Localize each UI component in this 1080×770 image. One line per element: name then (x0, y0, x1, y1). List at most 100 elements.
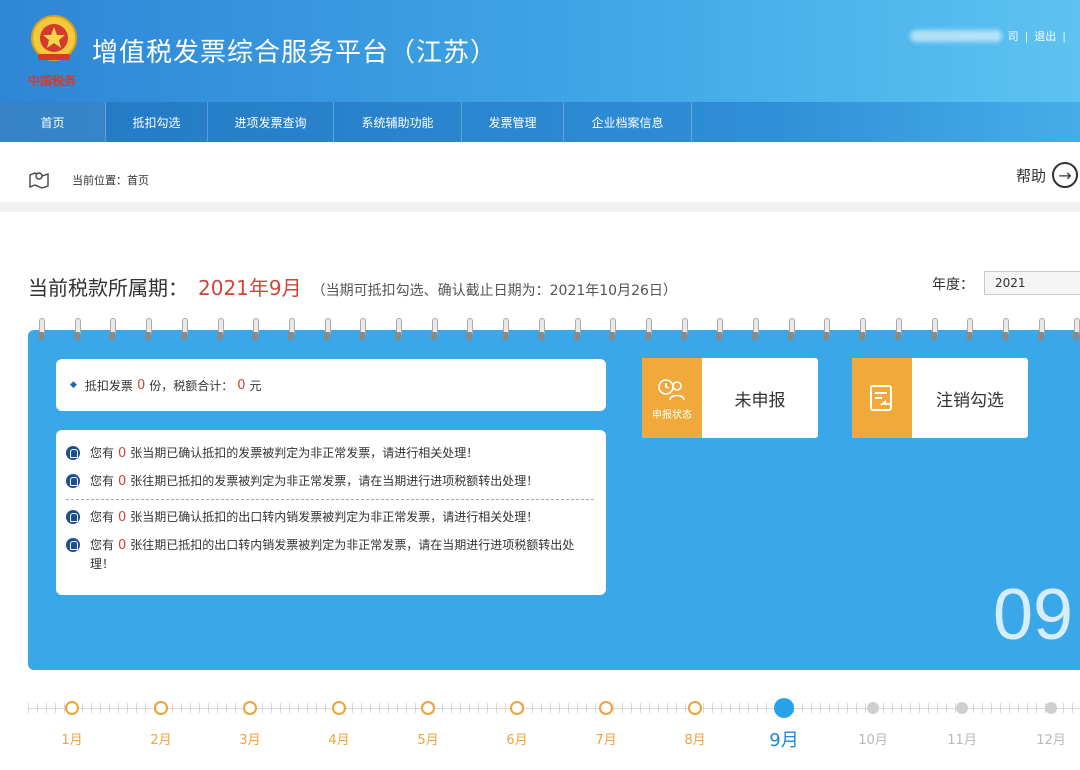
month-label: 3月 (239, 733, 261, 748)
bell-icon (66, 510, 80, 524)
calendar-ring (143, 318, 153, 342)
calendar-ring (72, 318, 82, 342)
period-label: 当前税款所属期： (28, 276, 188, 300)
tile-icon-block (852, 358, 912, 438)
bell-icon (66, 538, 80, 552)
month-dot (688, 701, 702, 715)
alert-pre: 您有 (90, 446, 115, 460)
month-dot (774, 698, 794, 718)
month-dot (510, 701, 524, 715)
current-month-large: 09 (993, 575, 1074, 655)
emblem-text: 中国税务 (28, 74, 77, 88)
company-name-redacted (909, 30, 1002, 42)
alert-count: 0 (118, 538, 127, 553)
alert-pre: 您有 (90, 474, 115, 488)
month-dot (332, 701, 346, 715)
calendar-ring (1000, 318, 1010, 342)
month-dot (65, 701, 79, 715)
summary-mid: 份，税额合计： (149, 378, 234, 393)
deduction-summary-card: ◆ 抵扣发票 0 份，税额合计： 0 元 (56, 359, 606, 411)
calendar-ring (286, 318, 296, 342)
month-label: 2月 (150, 733, 172, 748)
calendar-ring (322, 318, 332, 342)
month-label: 8月 (684, 733, 706, 748)
user-area: 司 | 退出 | (909, 28, 1066, 44)
calendar-ring (393, 318, 403, 342)
summary-amount: 0 (237, 377, 246, 393)
calendar-ring (893, 318, 903, 342)
declaration-status-text: 未申报 (734, 390, 786, 411)
nav-item-input-invoice-query[interactable]: 进项发票查询 (208, 102, 334, 142)
calendar-rings (36, 318, 1080, 344)
help-button[interactable]: 帮助 → (1016, 162, 1078, 188)
calendar-ring (215, 318, 225, 342)
nav-item-home[interactable]: 首页 (0, 102, 106, 142)
alert-count: 0 (118, 474, 127, 489)
bell-icon (66, 474, 80, 488)
period-value: 2021年9月 (198, 276, 302, 300)
month-label: 7月 (595, 733, 617, 748)
abnormal-invoice-alerts-card: 您有 0 张当期已确认抵扣的发票被判定为非正常发票，请进行相关处理！ 您有 0 张往期已… (56, 430, 606, 595)
month-label: 1月 (61, 733, 83, 748)
calendar-ring (536, 318, 546, 342)
tile-icon-block: 申报状态 (642, 358, 702, 438)
calendar-ring (714, 318, 724, 342)
calendar-ring (179, 318, 189, 342)
month-dot (867, 702, 879, 714)
calendar-ring (964, 318, 974, 342)
month-dot (154, 701, 168, 715)
month-label: 11月 (947, 733, 977, 748)
month-label: 4月 (328, 733, 350, 748)
nav-item-invoice-management[interactable]: 发票管理 (462, 102, 564, 142)
company-name-suffix: 司 (1007, 30, 1019, 43)
divider (66, 499, 594, 500)
alert-item: 您有 0 张往期已抵扣的发票被判定为非正常发票，请在当期进行进项税额转出处理！ (66, 472, 594, 491)
tax-emblem-logo: 中国税务 (24, 10, 84, 90)
nav-item-deduction-select[interactable]: 抵扣勾选 (106, 102, 208, 142)
bell-icon (66, 446, 80, 460)
month-label: 6月 (506, 733, 528, 748)
alert-item: 您有 0 张当期已确认抵扣的出口转内销发票被判定为非正常发票，请进行相关处理！ (66, 508, 594, 527)
month-dot (1045, 702, 1057, 714)
cancel-selection-text: 注销勾选 (936, 390, 1004, 411)
period-deadline-note: （当期可抵扣勾选、确认截止日期为：2021年10月26日） (311, 283, 677, 299)
user-clock-icon (658, 378, 685, 400)
calendar-ring (36, 318, 46, 342)
summary-prefix: 抵扣发票 (84, 378, 133, 393)
calendar-ring (429, 318, 439, 342)
logout-link[interactable]: 退出 (1034, 28, 1056, 44)
alert-text: 张当期已确认抵扣的出口转内销发票被判定为非正常发票，请进行相关处理！ (130, 510, 539, 524)
nav-item-system-assist[interactable]: 系统辅助功能 (334, 102, 462, 142)
arrow-right-circle-icon: → (1052, 162, 1078, 188)
calendar-ring (250, 318, 260, 342)
year-select[interactable]: 2021 (984, 271, 1080, 295)
alert-count: 0 (118, 510, 127, 525)
declaration-status-tile[interactable]: 申报状态 未申报 (642, 358, 818, 438)
alert-item: 您有 0 张当期已确认抵扣的发票被判定为非正常发票，请进行相关处理！ (66, 444, 594, 463)
month-dot (243, 701, 257, 715)
diamond-bullet-icon: ◆ (70, 380, 77, 390)
calendar-ring (857, 318, 867, 342)
main-nav: 首页 抵扣勾选 进项发票查询 系统辅助功能 发票管理 企业档案信息 (0, 102, 1080, 142)
month-label: 9月 (769, 730, 799, 751)
help-label: 帮助 (1015, 166, 1046, 185)
calendar-ring (357, 318, 367, 342)
year-label: 年度： (932, 277, 974, 293)
calendar-ring (607, 318, 617, 342)
separator: | (1062, 29, 1066, 43)
month-label: 5月 (417, 733, 439, 748)
timeline-ticks (28, 703, 1080, 713)
location-map-icon (29, 172, 49, 189)
cancel-selection-tile[interactable]: 注销勾选 (852, 358, 1028, 438)
calendar-ring (1036, 318, 1046, 342)
calendar-ring (821, 318, 831, 342)
alert-pre: 您有 (90, 538, 115, 552)
separator: | (1024, 29, 1029, 43)
summary-suffix: 元 (249, 378, 262, 393)
calendar-ring (786, 318, 796, 342)
status-icon-label: 申报状态 (652, 409, 692, 421)
app-title: 增值税发票综合服务平台（江苏） (92, 38, 498, 68)
calendar-ring (643, 318, 653, 342)
nav-item-company-profile[interactable]: 企业档案信息 (564, 102, 692, 142)
breadcrumb: 当前位置：首页 (72, 174, 149, 187)
